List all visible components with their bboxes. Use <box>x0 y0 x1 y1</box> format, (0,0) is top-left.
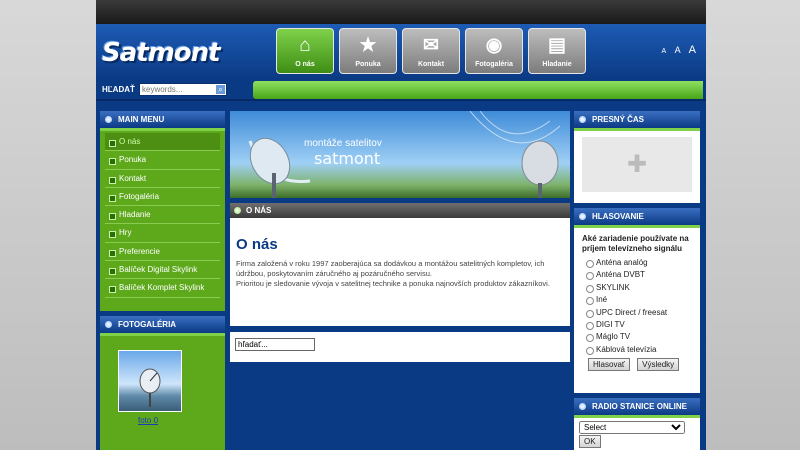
menu-item-hladanie[interactable]: Hladanie <box>105 206 220 225</box>
nav-ponuka[interactable]: ★ Ponuka <box>339 28 397 74</box>
font-size-switcher: A A A <box>655 44 696 56</box>
content-search-input[interactable] <box>235 338 315 351</box>
gallery-title: FOTOGALÉRIA <box>100 316 225 336</box>
content-section-title: O NÁS <box>230 203 570 218</box>
star-icon: ★ <box>359 35 377 56</box>
content-paragraph-1: Firma založená v roku 1997 zaoberajúca s… <box>236 259 545 278</box>
gallery-box: FOTOGALÉRIA foto 0 <box>100 316 225 450</box>
satellite-dishes-image <box>248 111 561 198</box>
satellite-dish-icon <box>139 368 161 407</box>
top-bar <box>96 0 706 24</box>
nav-o-nas[interactable]: ⌂ O nás <box>276 28 334 74</box>
radio-title: RADIO STANICE ONLINE <box>574 398 700 418</box>
nav-label: Fotogaléria <box>475 61 513 68</box>
photos-icon: ▤ <box>548 35 566 56</box>
banner-subtitle: montáže satelitov <box>304 138 382 149</box>
green-strip <box>253 81 703 99</box>
results-button[interactable]: Výsledky <box>637 358 680 372</box>
menu-item-ponuka[interactable]: Ponuka <box>105 151 220 170</box>
content-search-box <box>230 332 570 362</box>
poll-box: HLASOVANIE Aké zariadenie používate na p… <box>574 208 700 393</box>
poll-title: HLASOVANIE <box>574 208 700 228</box>
search-icon[interactable]: ⌕ <box>215 84 226 95</box>
search-label: HĽADAŤ <box>102 85 135 94</box>
site-wrapper: Satmont ⌂ O nás ★ Ponuka ✉ Kontakt ◉ Fot… <box>96 0 706 450</box>
content-area: O nás Firma založená v roku 1997 zaobera… <box>230 218 570 326</box>
search-input[interactable] <box>139 83 227 96</box>
header: Satmont ⌂ O nás ★ Ponuka ✉ Kontakt ◉ Fot… <box>96 24 706 79</box>
menu-item-balicek-digital[interactable]: Balíček Digital Skylink <box>105 261 220 280</box>
radio-ok-button[interactable]: OK <box>579 435 601 448</box>
nav-label: Kontakt <box>417 61 445 68</box>
menu-item-fotogaleria[interactable]: Fotogaléria <box>105 188 220 207</box>
poll-option[interactable]: Iné <box>582 294 692 306</box>
content-paragraph-2: Prioritou je sledovanie vývoja v satelit… <box>236 279 550 288</box>
plugin-placeholder: ✚ <box>582 137 692 192</box>
menu-item-balicek-komplet[interactable]: Balíček Komplet Skylink <box>105 279 220 298</box>
main-menu-box: MAIN MENU O nás Ponuka Kontakt Fotogalér… <box>100 111 225 311</box>
menu-item-o-nas[interactable]: O nás <box>105 133 220 152</box>
radio-box: RADIO STANICE ONLINE Select OK <box>574 398 700 450</box>
globe-icon: ◉ <box>485 35 503 56</box>
poll-option[interactable]: SKYLINK <box>582 282 692 294</box>
font-size-small[interactable]: A <box>661 48 666 55</box>
font-size-medium[interactable]: A <box>675 45 681 55</box>
poll-option[interactable]: Anténa DVBT <box>582 269 692 281</box>
envelope-icon: ✉ <box>423 35 439 56</box>
poll-option[interactable]: DIGI TV <box>582 319 692 331</box>
banner: montáže satelitov satmont <box>230 111 570 198</box>
nav-fotogaleria[interactable]: ◉ Fotogaléria <box>465 28 523 74</box>
poll-option[interactable]: Anténa analóg <box>582 257 692 269</box>
font-size-large[interactable]: A <box>689 44 696 56</box>
menu-item-preferencie[interactable]: Preferencie <box>105 243 220 262</box>
main-menu: O nás Ponuka Kontakt Fotogaléria Hladani… <box>100 131 225 300</box>
banner-title: satmont <box>314 149 381 168</box>
time-title: PRESNÝ ČAS <box>574 111 700 131</box>
site-logo[interactable]: Satmont <box>102 38 221 68</box>
nav-kontakt[interactable]: ✉ Kontakt <box>402 28 460 74</box>
poll-option[interactable]: UPC Direct / freesat <box>582 307 692 319</box>
menu-item-kontakt[interactable]: Kontakt <box>105 170 220 188</box>
poll-question: Aké zariadenie používate na príjem telev… <box>582 234 689 253</box>
search-bar: HĽADAŤ ⌕ <box>96 79 706 101</box>
main-menu-title: MAIN MENU <box>100 111 225 131</box>
gallery-link[interactable]: foto 0 <box>138 416 158 425</box>
poll-option[interactable]: Káblová televízia <box>582 344 692 356</box>
home-icon: ⌂ <box>299 35 311 56</box>
poll-option[interactable]: Máglo TV <box>582 331 692 343</box>
vote-button[interactable]: Hlasovať <box>588 358 630 372</box>
poll-form: Aké zariadenie používate na príjem telev… <box>574 228 700 372</box>
nav-label: O nás <box>295 61 315 68</box>
nav-label: Ponuka <box>355 61 381 68</box>
radio-station-select[interactable]: Select <box>579 421 685 434</box>
nav-label: Hladanie <box>542 61 572 68</box>
page-title: O nás <box>236 236 278 253</box>
nav-hladanie[interactable]: ▤ Hladanie <box>528 28 586 74</box>
puzzle-icon: ✚ <box>626 151 648 178</box>
menu-item-hry[interactable]: Hry <box>105 224 220 243</box>
gallery-photo[interactable] <box>118 350 182 412</box>
time-box: PRESNÝ ČAS ✚ <box>574 111 700 203</box>
